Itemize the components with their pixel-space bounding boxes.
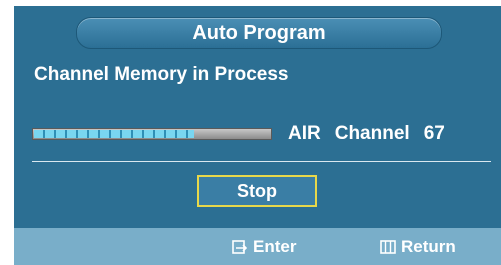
process-heading: Channel Memory in Process xyxy=(34,64,289,85)
auto-program-dialog: Auto Program Channel Memory in Process A… xyxy=(14,6,501,265)
channel-status: AIR Channel 67 xyxy=(288,123,445,145)
divider xyxy=(32,161,491,162)
enter-label: Enter xyxy=(253,237,297,256)
menu-icon xyxy=(380,240,396,254)
source-label: AIR xyxy=(288,123,321,144)
channel-label: Channel xyxy=(334,123,410,144)
dialog-title: Auto Program xyxy=(76,17,442,49)
progress-fill xyxy=(34,130,194,138)
enter-hint[interactable]: Enter xyxy=(232,237,296,257)
progress-bar xyxy=(32,128,272,140)
enter-icon xyxy=(232,240,248,254)
stop-button[interactable]: Stop xyxy=(197,175,317,207)
return-label: Return xyxy=(401,237,456,256)
return-hint[interactable]: Return xyxy=(380,237,456,257)
channel-number: 67 xyxy=(423,123,445,144)
footer-bar: Enter Return xyxy=(14,228,501,265)
